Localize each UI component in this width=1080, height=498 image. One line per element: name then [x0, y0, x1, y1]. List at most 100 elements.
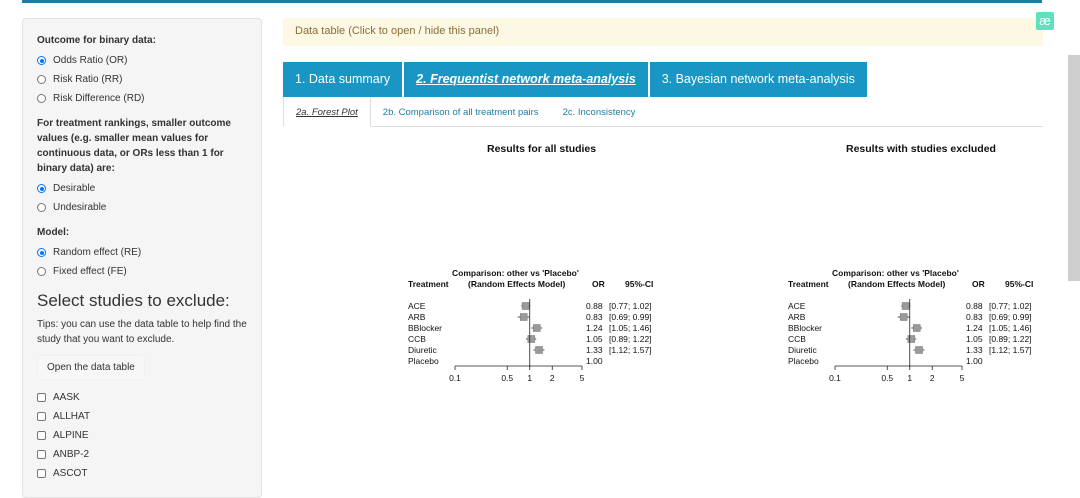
forest-comparison-title: Comparison: other vs 'Placebo' [832, 268, 959, 278]
forest-axis-tick-label: 0.1 [449, 373, 461, 383]
forest-row-ci: [0.89; 1.22] [609, 334, 652, 344]
study-checkbox-ascot[interactable]: ASCOT [37, 464, 247, 483]
checkbox-icon[interactable] [37, 412, 46, 421]
forest-point-marker [521, 302, 530, 310]
forest-point-marker [527, 335, 536, 343]
forest-point-marker [519, 313, 528, 321]
radio-undesirable[interactable]: Undesirable [37, 198, 247, 217]
forest-row-treatment: ARB [408, 312, 426, 322]
forest-col-treatment: Treatment [788, 279, 829, 289]
forest-point-marker [907, 335, 916, 343]
forest-row-or: 0.88 [586, 301, 603, 311]
forest-row-or: 1.33 [586, 345, 603, 355]
forest-row-or: 0.88 [966, 301, 983, 311]
sidebar: Outcome for binary data: Odds Ratio (OR)… [22, 18, 262, 498]
radio-risk-ratio[interactable]: Risk Ratio (RR) [37, 70, 247, 89]
forest-point-marker [535, 346, 543, 354]
forest-row-ci: [1.12; 1.57] [989, 345, 1032, 355]
ranking-label: For treatment rankings, smaller outcome … [37, 118, 231, 174]
tab-bayesian-nma[interactable]: 3. Bayesian network meta-analysis [649, 62, 867, 97]
subtab-comparison-pairs[interactable]: 2b. Comparison of all treatment pairs [371, 97, 551, 127]
study-checkbox-allhat[interactable]: ALLHAT [37, 407, 247, 426]
forest-axis-tick-label: 0.5 [881, 373, 893, 383]
exclude-studies-title: Select studies to exclude: [37, 291, 230, 310]
study-checkbox-anbp2[interactable]: ANBP-2 [37, 445, 247, 464]
forest-col-or: OR [592, 279, 605, 289]
checkbox-icon[interactable] [37, 431, 46, 440]
forest-row-treatment: Placebo [408, 356, 439, 366]
forest-row-or: 1.05 [586, 334, 603, 344]
radio-selected-icon[interactable] [37, 56, 46, 65]
plot-left-title: Results for all studies [487, 143, 597, 155]
checkbox-icon[interactable] [37, 393, 46, 402]
forest-col-or: OR [972, 279, 985, 289]
data-table-toggle-panel[interactable]: Data table (Click to open / hide this pa… [283, 18, 1043, 46]
forest-row-or: 1.24 [586, 323, 603, 333]
radio-selected-icon[interactable] [37, 184, 46, 193]
forest-row-or: 1.00 [586, 356, 603, 366]
radio-fixed-effect[interactable]: Fixed effect (FE) [37, 262, 247, 281]
forest-point-marker [899, 313, 908, 321]
top-accent-bar [22, 0, 1042, 3]
forest-row-treatment: Placebo [788, 356, 819, 366]
radio-icon[interactable] [37, 203, 46, 212]
forest-axis-tick-label: 2 [550, 373, 555, 383]
forest-col-ci: 95%-CI [625, 279, 653, 289]
main-tabs: 1. Data summary 2. Frequentist network m… [283, 62, 869, 97]
forest-point-marker [532, 324, 541, 332]
forest-row-ci: [1.12; 1.57] [609, 345, 652, 355]
forest-plot-excluded-studies: Comparison: other vs 'Placebo'(Random Ef… [788, 268, 1033, 383]
radio-odds-ratio[interactable]: Odds Ratio (OR) [37, 51, 247, 70]
forest-axis-tick-label: 0.5 [501, 373, 513, 383]
radio-random-effect[interactable]: Random effect (RE) [37, 243, 247, 262]
forest-row-or: 1.24 [966, 323, 983, 333]
radio-risk-difference[interactable]: Risk Difference (RD) [37, 89, 247, 108]
forest-row-treatment: Diuretic [408, 345, 438, 355]
forest-axis-tick-label: 5 [960, 373, 965, 383]
study-checkbox-aask[interactable]: AASK [37, 388, 247, 407]
forest-axis-tick-label: 5 [580, 373, 585, 383]
sub-tabs: 2a. Forest Plot 2b. Comparison of all tr… [283, 97, 647, 127]
study-checkbox-alpine[interactable]: ALPINE [37, 426, 247, 445]
subtab-forest-plot[interactable]: 2a. Forest Plot [283, 97, 371, 127]
forest-row-treatment: BBlocker [408, 323, 442, 333]
radio-icon[interactable] [37, 267, 46, 276]
tab-data-summary[interactable]: 1. Data summary [283, 62, 403, 97]
forest-point-marker [915, 346, 923, 354]
radio-selected-icon[interactable] [37, 248, 46, 257]
forest-row-treatment: ARB [788, 312, 806, 322]
forest-row-treatment: Diuretic [788, 345, 818, 355]
checkbox-icon[interactable] [37, 450, 46, 459]
subtab-inconsistency[interactable]: 2c. Inconsistency [551, 97, 648, 127]
forest-point-marker [912, 324, 921, 332]
forest-plot-all-studies: Comparison: other vs 'Placebo'(Random Ef… [408, 268, 653, 383]
forest-row-ci: [0.69; 0.99] [609, 312, 652, 322]
radio-desirable[interactable]: Desirable [37, 179, 247, 198]
tab-frequentist-nma[interactable]: 2. Frequentist network meta-analysis [404, 62, 648, 97]
forest-model-label: (Random Effects Model) [848, 279, 945, 289]
model-label: Model: [37, 227, 70, 238]
forest-row-ci: [1.05; 1.46] [989, 323, 1032, 333]
exclude-tips: Tips: you can use the data table to help… [37, 319, 247, 345]
forest-axis-tick-label: 0.1 [829, 373, 841, 383]
open-data-table-button[interactable]: Open the data table [37, 355, 145, 380]
plot-right-title: Results with studies excluded [846, 143, 996, 155]
forest-row-or: 0.83 [586, 312, 603, 322]
forest-row-or: 1.33 [966, 345, 983, 355]
forest-row-or: 0.83 [966, 312, 983, 322]
scrollbar-thumb[interactable] [1068, 55, 1080, 281]
forest-row-ci: [0.77; 1.02] [989, 301, 1032, 311]
forest-row-ci: [0.77; 1.02] [609, 301, 652, 311]
forest-row-treatment: CCB [788, 334, 806, 344]
forest-row-or: 1.05 [966, 334, 983, 344]
forest-axis-tick-label: 1 [907, 373, 912, 383]
forest-row-or: 1.00 [966, 356, 983, 366]
forest-point-marker [901, 302, 910, 310]
forest-row-treatment: CCB [408, 334, 426, 344]
forest-row-ci: [0.89; 1.22] [989, 334, 1032, 344]
checkbox-icon[interactable] [37, 469, 46, 478]
forest-row-treatment: ACE [788, 301, 806, 311]
radio-icon[interactable] [37, 94, 46, 103]
radio-icon[interactable] [37, 75, 46, 84]
forest-row-treatment: BBlocker [788, 323, 822, 333]
